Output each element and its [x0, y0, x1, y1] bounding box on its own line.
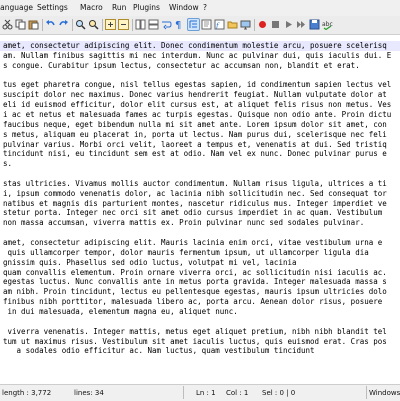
document-map-icon[interactable] [201, 19, 212, 30]
editor-line: i, ipsum commodo venenatis dolor, ac lac… [3, 188, 387, 198]
editor-line: in dui malesuada, elementum magna eu, al… [3, 306, 238, 316]
toolbar-separator [254, 19, 255, 31]
status-divider [366, 386, 367, 399]
editor-line: tincidunt nisi, eu tincidunt sem est at … [3, 149, 387, 159]
editor-line: egestas luctus. Nunc convallis ante in m… [3, 277, 387, 287]
text-editor[interactable]: amet, consectetur adipiscing elit. Donec… [0, 35, 400, 384]
status-length: length : 3,772 [2, 389, 52, 397]
editor-line: stetur porta. Integer nec orci sit amet … [3, 208, 383, 218]
editor-line: tus eget pharetra congue, nisl tellus eg… [3, 80, 392, 90]
editor-line: am. Nullam finibus sagittis mi nec inter… [3, 50, 392, 60]
indent-guide-icon[interactable] [187, 18, 200, 31]
editor-line: tum ut maximus risus. Vestibulum sit ame… [3, 336, 387, 346]
menu-run[interactable]: Run [112, 3, 126, 12]
editor-line: amet, consectetur adipiscing elit. Mauri… [3, 238, 383, 247]
stop-record-icon[interactable] [270, 19, 281, 30]
editor-line: am nibh. Proin tincidunt, lectus eu pell… [3, 287, 387, 297]
zoom-out-icon[interactable] [118, 19, 129, 30]
editor-line: natibus et magnis dis parturient montes,… [3, 198, 387, 208]
svg-text:¶: ¶ [175, 20, 181, 30]
zoom-in-icon[interactable] [105, 19, 116, 30]
menu-macro[interactable]: Macro [80, 3, 103, 12]
editor-line: stas ultricies. Vivamus mollis auctor co… [3, 178, 387, 188]
toolbar-separator [42, 19, 43, 31]
sync-vertical-icon[interactable] [135, 19, 146, 30]
status-col: Col : 1 [226, 389, 249, 397]
editor-line: viverra venenatis. Integer mattis, metus… [3, 326, 387, 336]
monitor-icon[interactable] [240, 19, 251, 30]
undo-icon[interactable] [45, 19, 56, 30]
menu-bar: Language Settings Macro Run Plugins Wind… [0, 0, 400, 16]
editor-line: i ac et netus et malesuada fames ac turp… [3, 109, 392, 119]
editor-line: pulvinar varius. Morbi orci velit, laore… [3, 139, 387, 149]
editor-line: s metus, aliquam eu placerat in, porta u… [3, 129, 387, 139]
copy-icon[interactable] [15, 19, 26, 30]
status-divider [183, 386, 184, 399]
redo-icon[interactable] [58, 19, 69, 30]
editor-line: s. [3, 159, 13, 169]
editor-line: eli id euismod efficitur, dolor elit cur… [3, 100, 392, 110]
play-macro-icon[interactable] [283, 19, 294, 30]
find-icon[interactable] [75, 19, 86, 30]
cut-icon[interactable] [2, 19, 13, 30]
menu-window[interactable]: Window [169, 3, 199, 12]
editor-line: non massa accumsan, viverra mattis ex. P… [3, 218, 365, 228]
editor-line: faucibus neque, eget bibendum nulla mi s… [3, 119, 387, 129]
paste-icon[interactable] [28, 19, 39, 30]
menu-settings[interactable]: Settings [37, 3, 68, 12]
editor-line: quis ullamcorper tempor, dolor mauris fe… [3, 247, 369, 257]
menu-language[interactable]: Language [0, 3, 33, 12]
replace-icon[interactable] [88, 19, 99, 30]
menu-plugins[interactable]: Plugins [133, 3, 160, 12]
word-wrap-icon[interactable] [161, 19, 172, 30]
status-sel: Sel : 0 | 0 [262, 389, 296, 397]
status-ln: Ln : 1 [196, 389, 216, 397]
status-bar: length : 3,772 lines: 34 Ln : 1 Col : 1 … [0, 384, 400, 401]
spellcheck-icon[interactable]: abc [322, 19, 333, 30]
editor-line: a sodales odio efficitur ac. Nam luctus,… [3, 346, 315, 356]
editor-line: finibus nibh porttitor, malesuada libero… [3, 297, 383, 307]
save-macro-icon[interactable] [309, 19, 320, 30]
menu-help[interactable]: ? [203, 3, 207, 12]
function-list-icon[interactable]: f [214, 19, 225, 30]
status-eol: Windows [369, 389, 400, 397]
show-all-characters-icon[interactable]: ¶ [174, 19, 185, 30]
editor-line: s congue. Curabitur ipsum lectus, consec… [3, 60, 360, 70]
folder-workspace-icon[interactable] [227, 19, 238, 30]
status-lines: lines: 34 [74, 389, 104, 397]
sync-horizontal-icon[interactable] [148, 19, 159, 30]
toolbar-separator [132, 19, 133, 31]
record-macro-icon[interactable] [257, 19, 268, 30]
editor-line: quam convallis elementum. Proin ornare v… [3, 267, 387, 277]
toolbar-separator [72, 19, 73, 31]
editor-line: suscipit dolor nec maximus. Donec varius… [3, 90, 387, 100]
editor-line: amet, consectetur adipiscing elit. Donec… [0, 41, 400, 51]
svg-text:abc: abc [322, 21, 333, 28]
toolbar-separator [102, 19, 103, 31]
run-macro-multiple-icon[interactable] [296, 19, 307, 30]
toolbar: ¶ f abc [0, 16, 400, 35]
editor-line: gnissim quis. Phasellus sed odio luctus,… [3, 257, 297, 267]
